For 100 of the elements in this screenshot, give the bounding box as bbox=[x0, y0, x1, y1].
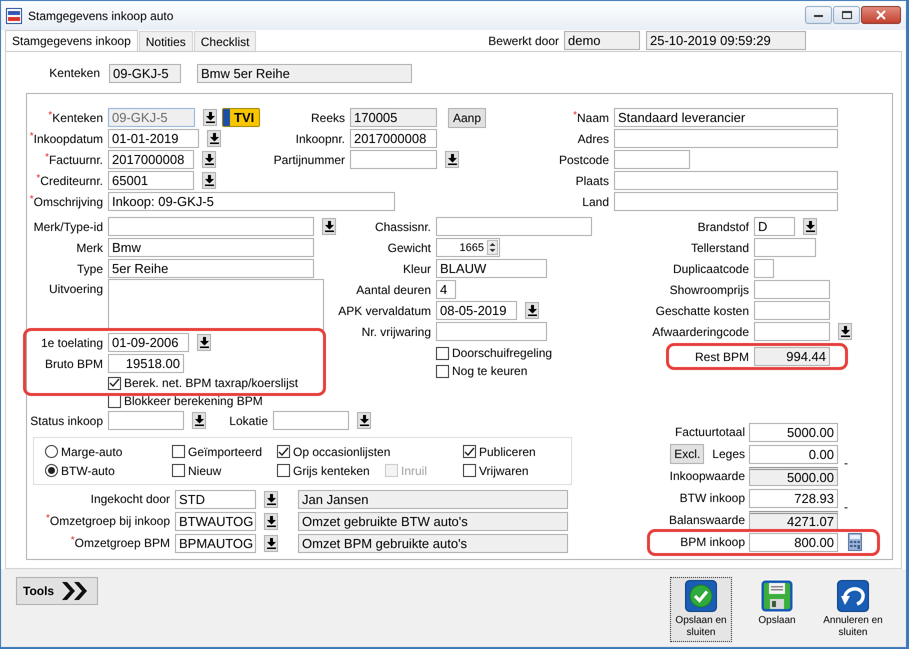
field-label: Gewicht bbox=[386, 240, 431, 254]
input-field[interactable]: 2017000008 bbox=[108, 150, 194, 169]
amount-field[interactable]: 4271.07 bbox=[749, 510, 838, 530]
checkbox[interactable] bbox=[463, 464, 476, 477]
checkbox[interactable] bbox=[108, 376, 121, 390]
lookup-button[interactable] bbox=[192, 412, 206, 429]
arrow-down-icon bbox=[324, 221, 334, 232]
field-label: *Omzetgroep BPM bbox=[70, 536, 170, 550]
input-field[interactable]: BTWAUTOG bbox=[175, 512, 256, 530]
input-field[interactable] bbox=[614, 129, 838, 148]
amount-field[interactable]: 0.00 bbox=[749, 444, 838, 464]
input-field[interactable] bbox=[273, 411, 349, 430]
input-field[interactable] bbox=[108, 217, 314, 236]
amount-field[interactable]: 5000.00 bbox=[749, 422, 838, 442]
adjust-button[interactable]: Aanp bbox=[448, 108, 486, 128]
input-field[interactable] bbox=[614, 150, 690, 169]
input-field[interactable] bbox=[108, 411, 184, 430]
toolbar-button[interactable]: Opslaan en sluiten bbox=[670, 577, 732, 642]
close-icon bbox=[876, 10, 886, 20]
excl-button[interactable]: Excl. bbox=[670, 444, 704, 464]
radio-button[interactable] bbox=[45, 445, 58, 458]
input-field[interactable]: STD bbox=[175, 490, 256, 508]
input-field[interactable] bbox=[614, 171, 838, 190]
input-field[interactable]: 5er Reihe bbox=[108, 259, 314, 278]
radio-button[interactable] bbox=[45, 464, 58, 477]
input-field[interactable] bbox=[614, 192, 838, 211]
checkbox[interactable] bbox=[172, 464, 185, 477]
field-label: Ingekocht door bbox=[90, 492, 170, 506]
lookup-button[interactable] bbox=[264, 512, 278, 530]
input-field[interactable]: 08-05-2019 bbox=[436, 301, 517, 320]
field-label: Inkoopnr. bbox=[294, 132, 345, 146]
input-field[interactable]: Inkoop: 09-GKJ-5 bbox=[108, 192, 395, 211]
input-field[interactable]: 994.44 bbox=[754, 347, 830, 366]
lookup-button[interactable] bbox=[525, 302, 539, 319]
tab[interactable]: Stamgegevens inkoop bbox=[5, 30, 138, 51]
lookup-button[interactable] bbox=[264, 490, 278, 508]
input-field[interactable]: 09-GKJ-5 bbox=[108, 108, 195, 127]
input-field[interactable]: D bbox=[754, 217, 795, 236]
input-field[interactable]: Bmw bbox=[108, 238, 314, 257]
input-field[interactable]: BPMAUTOG bbox=[175, 534, 256, 552]
lookup-button[interactable] bbox=[203, 109, 217, 126]
lookup-button[interactable] bbox=[197, 334, 211, 351]
checkbox[interactable] bbox=[277, 464, 290, 477]
number-spinner[interactable]: 1665 bbox=[436, 238, 500, 257]
checkbox[interactable] bbox=[277, 445, 290, 458]
arrow-down-icon bbox=[806, 221, 814, 232]
amount-field[interactable]: 800.00 bbox=[749, 532, 838, 552]
field-label: Merk bbox=[75, 240, 103, 254]
input-field[interactable] bbox=[754, 322, 830, 341]
maximize-button[interactable] bbox=[833, 6, 860, 24]
field-label: BPM inkoop bbox=[680, 535, 745, 549]
tab[interactable]: Checklist bbox=[194, 31, 256, 51]
field-label: Nr. vrijwaring bbox=[360, 324, 431, 338]
lookup-button[interactable] bbox=[803, 218, 817, 235]
lookup-button[interactable] bbox=[264, 534, 278, 552]
amount-field[interactable]: 5000.00 bbox=[749, 466, 838, 486]
lookup-button[interactable] bbox=[838, 323, 852, 340]
arrow-down-icon bbox=[206, 112, 214, 123]
toolbar-button[interactable]: Annuleren en sluiten bbox=[822, 577, 884, 642]
input-field[interactable] bbox=[754, 259, 774, 278]
arrow-down-icon bbox=[266, 494, 276, 504]
input-field[interactable] bbox=[350, 150, 437, 169]
lookup-button[interactable] bbox=[202, 172, 216, 189]
input-field[interactable]: 65001 bbox=[108, 171, 194, 190]
checkbox[interactable] bbox=[463, 445, 476, 458]
input-field[interactable]: Standaard leverancier bbox=[614, 108, 838, 127]
checkbox[interactable] bbox=[172, 445, 185, 458]
input-field[interactable]: 170005 bbox=[350, 108, 437, 127]
description-field: Omzet gebruikte BTW auto's bbox=[298, 512, 568, 530]
input-field[interactable] bbox=[754, 301, 830, 320]
input-field[interactable]: BLAUW bbox=[436, 259, 547, 278]
arrow-down-icon bbox=[528, 305, 536, 316]
amount-field[interactable]: 728.93 bbox=[749, 488, 838, 508]
lookup-button[interactable] bbox=[322, 218, 336, 235]
checkbox[interactable] bbox=[436, 364, 449, 378]
input-field[interactable] bbox=[436, 217, 592, 236]
calculator-icon[interactable] bbox=[848, 533, 862, 551]
tools-button[interactable]: Tools bbox=[16, 577, 98, 605]
minimize-button[interactable] bbox=[805, 6, 832, 24]
field-label: Plaats bbox=[574, 174, 609, 188]
lookup-button[interactable] bbox=[207, 130, 221, 147]
input-field[interactable]: 01-01-2019 bbox=[108, 129, 199, 148]
input-field[interactable] bbox=[754, 238, 816, 257]
toolbar-button[interactable]: Opslaan bbox=[746, 577, 808, 642]
text-area[interactable] bbox=[108, 279, 324, 330]
input-field[interactable]: 2017000008 bbox=[350, 129, 437, 148]
close-button[interactable] bbox=[861, 6, 901, 24]
field-label: Geschatte kosten bbox=[654, 304, 749, 318]
tab[interactable]: Notities bbox=[138, 31, 193, 51]
input-field[interactable]: 4 bbox=[436, 280, 456, 299]
arrow-down-icon bbox=[200, 337, 208, 348]
input-field[interactable]: 19518.00 bbox=[108, 354, 184, 373]
radio-label: BTW-auto bbox=[61, 464, 115, 478]
lookup-button[interactable] bbox=[357, 412, 371, 429]
lookup-button[interactable] bbox=[202, 151, 216, 168]
lookup-button[interactable] bbox=[445, 151, 459, 168]
input-field[interactable] bbox=[436, 322, 547, 341]
checkbox[interactable] bbox=[436, 346, 449, 360]
input-field[interactable] bbox=[754, 280, 830, 299]
input-field[interactable]: 01-09-2006 bbox=[108, 333, 189, 352]
